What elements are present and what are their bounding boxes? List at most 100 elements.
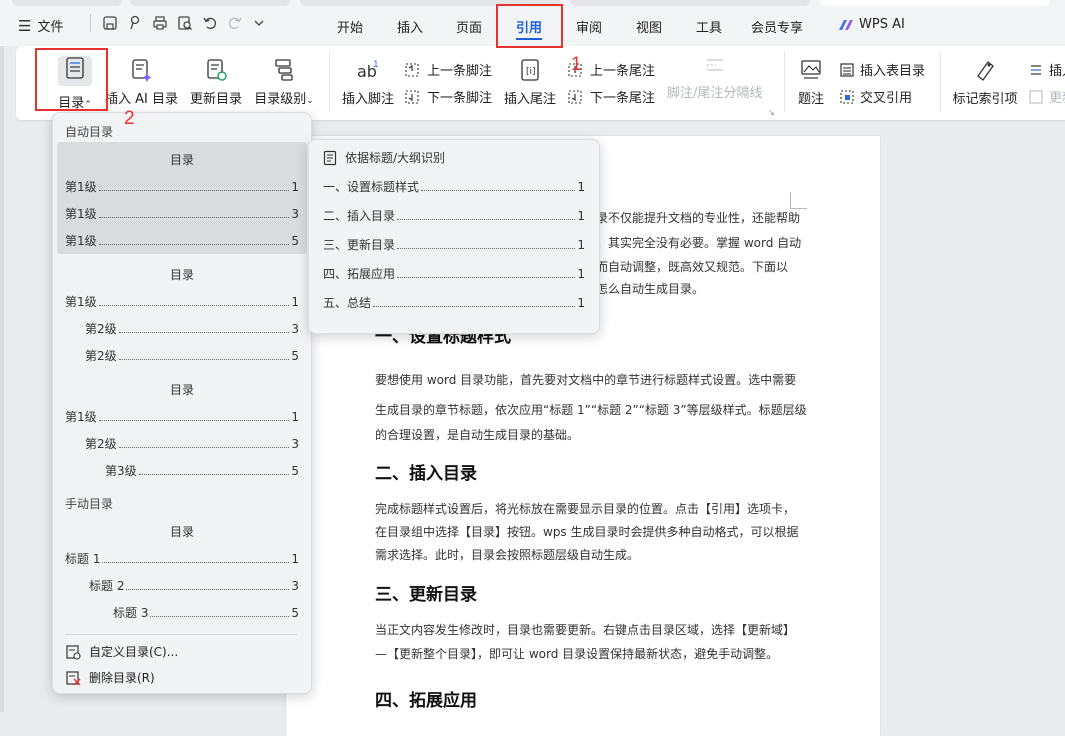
divider: [940, 52, 941, 112]
prev-footnote-label: 上一条脚注: [427, 64, 493, 79]
toc-line: 四、拓展应用 1: [323, 267, 585, 281]
footnote-separator-label: 脚注/尾注分隔线: [667, 86, 763, 101]
toc-line: 第1级 1: [65, 295, 299, 309]
toc-line: 标题 11: [65, 552, 299, 566]
caption-button[interactable]: 题注: [794, 58, 828, 107]
toc-line: 第2级 3: [85, 437, 299, 451]
paragraph-line: 当正文内容发生修改时，目录也需要更新。右键点击目录区域，选择【更新域】: [375, 623, 796, 637]
paragraph-line: 而自动调整，既高效又规范。下面以: [596, 260, 789, 274]
next-endnote-icon: [568, 89, 582, 104]
update-toc-icon: [207, 59, 227, 81]
tab-home[interactable]: 开始: [337, 17, 363, 36]
insert-endnote-button[interactable]: [i] 插入尾注: [503, 58, 557, 107]
save-icon[interactable]: [102, 15, 118, 31]
toc-line: 标题 23: [89, 579, 299, 593]
custom-toc-menu-item[interactable]: 自定义目录(C)...: [65, 643, 178, 660]
paragraph-line: 的合理设置，是自动生成目录的基础。: [375, 428, 580, 442]
update-toc-label: 更新目录: [189, 92, 242, 107]
toc-line: 第2级 5: [85, 349, 299, 363]
toc-level-icon: [275, 59, 293, 81]
redo-icon[interactable]: [227, 15, 243, 31]
footnote-separator-button[interactable]: 脚注/尾注分隔线: [667, 56, 762, 101]
tab-review[interactable]: 审阅: [576, 17, 602, 36]
toc-dropdown: 自动目录 目录 第1级 1 第1级 3 第1级 5 目录 第1级 1 第2级 3 第2级 5…: [52, 112, 312, 694]
tab-member[interactable]: 会员专享: [751, 17, 803, 36]
update-index-button[interactable]: 更新: [1028, 87, 1065, 106]
chevron-down-icon: ⌄: [306, 96, 314, 106]
paragraph-line: 。其实完全没有必要。掌握 word 自动: [596, 236, 802, 250]
tab-tools[interactable]: 工具: [696, 17, 722, 36]
toc-level-button[interactable]: 目录级别⌄: [252, 58, 316, 107]
toc-line: 五、总结 1: [323, 296, 585, 310]
insert-index-button[interactable]: 插入: [1028, 60, 1065, 79]
toc-level-label: 目录级别: [254, 92, 307, 107]
paragraph-line: 完成标题样式设置后，将光标放在需要显示目录的位置。点击【引用】选项卡，: [375, 502, 796, 516]
tab-page[interactable]: 页面: [456, 17, 482, 36]
window-tab-strip: [820, 0, 1050, 6]
chevron-down-icon[interactable]: [252, 15, 266, 31]
crop-mark: [790, 192, 807, 209]
svg-text:[i]: [i]: [526, 67, 536, 77]
caption-icon: [801, 60, 821, 79]
insert-table-of-figures-button[interactable]: 插入表目录: [839, 60, 925, 79]
file-menu-label: 文件: [37, 20, 64, 35]
toc-style-title: 目录: [169, 268, 194, 282]
print-preview-icon[interactable]: [177, 15, 193, 31]
mark-index-icon: [977, 61, 994, 81]
divider: [329, 52, 330, 112]
toc-line: 第1级 1: [65, 410, 299, 424]
toc-line: 第1级 5: [65, 234, 299, 248]
paragraph-line: 生成目录的章节标题，依次应用“标题 1”“标题 2”“标题 3”等层级样式。标题…: [375, 403, 807, 417]
next-footnote-icon: [405, 89, 419, 104]
manual-toc-section-label: 手动目录: [65, 497, 114, 511]
endnote-icon: [i]: [521, 59, 539, 81]
print-icon[interactable]: [152, 15, 168, 31]
insert-footnote-button[interactable]: ab 1 插入脚注: [341, 58, 395, 107]
annotation-box-references-tab: [496, 4, 563, 48]
heading-3: 三、更新目录: [375, 585, 477, 605]
undo-icon[interactable]: [202, 15, 218, 31]
cross-reference-button[interactable]: 交叉引用: [839, 87, 912, 106]
insert-table-of-figures-label: 插入表目录: [860, 64, 926, 79]
paragraph-line: —【更新整个目录】，即可让 word 目录设置保持最新状态，避免手动调整。: [375, 647, 779, 661]
dialog-launcher-icon[interactable]: ↘: [768, 108, 775, 117]
next-footnote-button[interactable]: 下一条脚注: [404, 87, 492, 106]
toc-preview-submenu[interactable]: 依据标题/大纲识别 一、设置标题样式 1 二、插入目录 1 三、更新目录 1 四、拓展…: [308, 139, 600, 334]
annotation-marker-2: 2: [124, 108, 135, 129]
quick-access-toolbar: [88, 14, 266, 32]
cross-reference-label: 交叉引用: [860, 91, 913, 106]
mark-index-entry-button[interactable]: 标记索引项: [950, 58, 1020, 107]
format-painter-icon[interactable]: [127, 15, 143, 31]
tab-view[interactable]: 视图: [636, 17, 662, 36]
next-footnote-label: 下一条脚注: [427, 91, 493, 106]
annotation-box-toc-button: [35, 48, 108, 111]
custom-toc-icon: [66, 644, 81, 660]
insert-endnote-label: 插入尾注: [503, 92, 556, 107]
hamburger-icon: ☰: [18, 16, 32, 35]
prev-endnote-label: 上一条尾注: [590, 64, 656, 79]
insert-ai-toc-label: 插入 AI 目录: [105, 92, 178, 107]
caption-label: 题注: [797, 92, 824, 107]
tab-wps-ai[interactable]: WPS AI: [838, 17, 905, 32]
separator-icon: [706, 59, 723, 71]
paragraph-line: 录不仅能提升文档的专业性，还能帮助: [596, 211, 801, 225]
file-menu[interactable]: ☰ 文件: [18, 16, 64, 36]
toc-style-title: 目录: [169, 525, 194, 539]
toc-line: 标题 35: [113, 606, 299, 620]
paragraph-line: 需求选择。此时，目录会按照标题层级自动生成。: [375, 548, 640, 562]
next-endnote-button[interactable]: 下一条尾注: [567, 87, 655, 106]
mark-index-entry-label: 标记索引项: [952, 92, 1018, 107]
toc-style-title: 目录: [169, 383, 194, 397]
prev-footnote-button[interactable]: 上一条脚注: [404, 60, 492, 79]
toc-line: 第3级 5: [105, 464, 299, 478]
prev-footnote-icon: [405, 62, 419, 77]
update-toc-button[interactable]: 更新目录: [188, 58, 244, 107]
paragraph-line: 怎么自动生成目录。: [596, 282, 705, 296]
insert-ai-toc-button[interactable]: 插入 AI 目录: [105, 58, 178, 107]
toc-line: 第1级 3: [65, 207, 299, 221]
delete-toc-menu-item[interactable]: 删除目录(R): [65, 669, 155, 686]
submenu-header: 依据标题/大纲识别: [323, 149, 445, 166]
paragraph-line: 在目录组中选择【目录】按钮。wps 生成目录时会提供多种自动格式，可以根据: [375, 525, 799, 539]
tab-insert[interactable]: 插入: [397, 17, 423, 36]
next-endnote-label: 下一条尾注: [590, 91, 656, 106]
